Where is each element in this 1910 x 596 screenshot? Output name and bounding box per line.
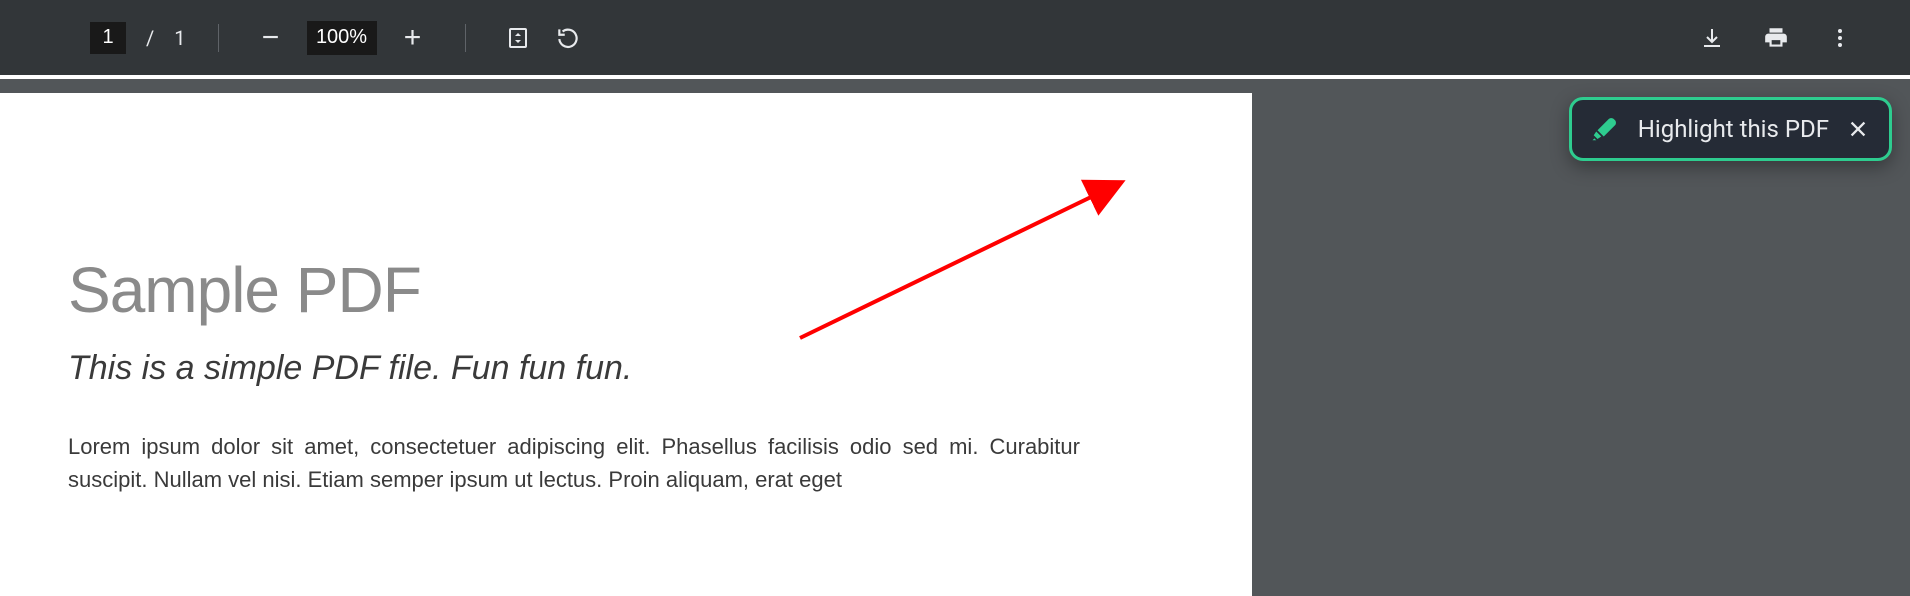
rotate-button[interactable] <box>548 18 588 58</box>
fit-page-button[interactable] <box>498 18 538 58</box>
download-icon <box>1700 26 1724 50</box>
rotate-icon <box>555 25 581 51</box>
zoom-in-button[interactable]: + <box>393 18 433 58</box>
page-total: 1 <box>174 26 185 50</box>
pdf-toolbar: / 1 − + <box>0 0 1910 75</box>
page-separator: / <box>146 26 154 50</box>
body-line: Lorem ipsum dolor sit amet, consectetuer… <box>68 434 978 459</box>
highlighter-icon <box>1590 114 1620 144</box>
pdf-page: Sample PDF This is a simple PDF file. Fu… <box>0 93 1252 596</box>
download-button[interactable] <box>1692 18 1732 58</box>
highlight-popup-close-button[interactable] <box>1847 118 1869 140</box>
zoom-out-button[interactable]: − <box>251 18 291 58</box>
more-vertical-icon <box>1828 26 1852 50</box>
zoom-level-input[interactable] <box>307 21 377 55</box>
toolbar-right-group <box>1692 18 1870 58</box>
more-menu-button[interactable] <box>1820 18 1860 58</box>
toolbar-divider <box>465 24 466 52</box>
fit-page-icon <box>506 26 530 50</box>
minus-icon: − <box>262 23 280 53</box>
page-number-input[interactable] <box>90 22 126 54</box>
print-icon <box>1763 25 1789 51</box>
document-title: Sample PDF <box>68 253 1184 327</box>
plus-icon: + <box>404 23 422 53</box>
close-icon <box>1847 118 1869 140</box>
document-body: Lorem ipsum dolor sit amet, consectetuer… <box>68 430 1080 496</box>
print-button[interactable] <box>1756 18 1796 58</box>
toolbar-left-group: / 1 − + <box>90 18 588 58</box>
highlight-popup-label: Highlight this PDF <box>1638 115 1829 143</box>
document-subtitle: This is a simple PDF file. Fun fun fun. <box>68 349 1184 388</box>
highlight-popup[interactable]: Highlight this PDF <box>1569 97 1892 161</box>
toolbar-divider <box>218 24 219 52</box>
